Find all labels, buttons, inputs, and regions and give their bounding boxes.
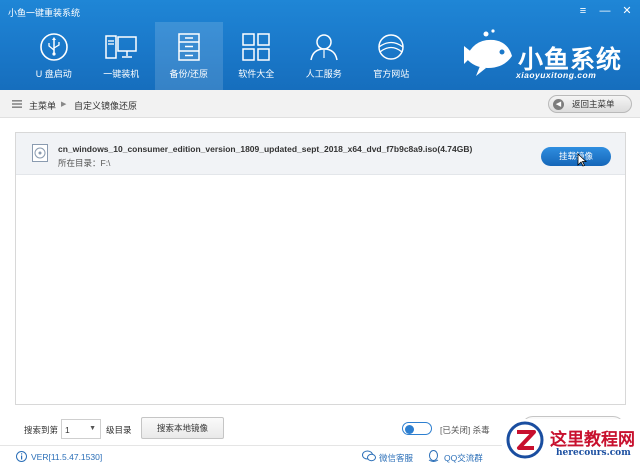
breadcrumb-arrow-icon: ▶ bbox=[61, 101, 67, 108]
back-arrow-icon: ◀ bbox=[553, 98, 564, 110]
monitor-icon bbox=[105, 35, 137, 59]
file-name: cn_windows_10_consumer_edition_version_1… bbox=[58, 144, 473, 154]
nav-software[interactable]: 软件大全 bbox=[223, 22, 291, 90]
nav-backup-restore[interactable]: 备份/还原 bbox=[155, 22, 223, 90]
chevron-down-icon: ▼ bbox=[89, 425, 96, 432]
toggle-knob bbox=[405, 424, 414, 434]
nav-label: 软件大全 bbox=[238, 69, 275, 79]
nav-official-site[interactable]: 官方网站 bbox=[358, 22, 426, 90]
nav-label: U 盘启动 bbox=[35, 69, 72, 79]
nav-label: 人工服务 bbox=[305, 69, 342, 79]
directory-level-select[interactable]: 1 ▼ bbox=[61, 419, 101, 439]
grid-icon bbox=[242, 33, 270, 61]
back-to-main-button[interactable]: ◀ 返回主菜单 bbox=[548, 95, 632, 113]
watermark-title: 这里教程网 bbox=[550, 430, 635, 450]
image-list-panel: cn_windows_10_consumer_edition_version_1… bbox=[15, 132, 626, 405]
watermark: 这里教程网 herecours.com bbox=[502, 419, 640, 466]
minimize-icon[interactable]: — bbox=[597, 4, 613, 18]
watermark-logo-icon bbox=[506, 421, 544, 459]
directory-level-label: 级目录 bbox=[106, 425, 132, 435]
breadcrumb-home[interactable]: 主菜单 bbox=[29, 99, 56, 112]
qq-icon bbox=[428, 450, 439, 462]
archive-icon bbox=[178, 33, 200, 61]
main-nav: U 盘启动 一键装机 备份/还原 软件大全 人工服务 官方网站 bbox=[20, 22, 425, 90]
nav-label: 一键装机 bbox=[103, 69, 140, 79]
close-icon[interactable]: ✕ bbox=[619, 4, 635, 18]
search-depth-label: 搜索到第 bbox=[24, 425, 59, 435]
version-text: VER[11.5.47.1530] bbox=[31, 452, 103, 462]
disc-image-icon bbox=[32, 144, 48, 162]
nav-label: 备份/还原 bbox=[169, 69, 208, 79]
user-icon bbox=[310, 34, 338, 61]
nav-one-click-install[interactable]: 一键装机 bbox=[88, 22, 156, 90]
brand-logo: 小鱼系统 xiaoyuxitong.com bbox=[460, 26, 630, 84]
nav-label: 官方网站 bbox=[373, 69, 410, 79]
breadcrumb-current: 自定义镜像还原 bbox=[74, 101, 138, 111]
logo-url: xiaoyuxitong.com bbox=[516, 70, 597, 80]
back-label: 返回主菜单 bbox=[572, 99, 615, 109]
watermark-url: herecours.com bbox=[556, 448, 631, 458]
breadcrumb: 主菜单 ▶ 自定义镜像还原 bbox=[0, 90, 640, 118]
list-item[interactable]: cn_windows_10_consumer_edition_version_1… bbox=[16, 133, 625, 175]
wechat-service-link[interactable]: 微信客服 bbox=[379, 452, 413, 464]
antivirus-toggle[interactable] bbox=[402, 422, 432, 435]
file-directory: 所在目录：F:\ bbox=[58, 158, 111, 168]
search-local-image-button[interactable]: 搜索本地镜像 bbox=[141, 417, 224, 439]
wechat-icon bbox=[362, 450, 376, 462]
menu-icon[interactable]: ≡ bbox=[575, 4, 591, 18]
mount-image-button[interactable]: 挂载镜像 bbox=[541, 147, 611, 166]
nav-manual-service[interactable]: 人工服务 bbox=[290, 22, 358, 90]
title-bar: 小鱼一键重装系统 ≡ — ✕ bbox=[0, 0, 640, 22]
directory-level-value: 1 bbox=[65, 425, 70, 435]
menu-list-icon bbox=[12, 100, 22, 108]
info-icon bbox=[16, 451, 27, 462]
usb-icon bbox=[39, 33, 68, 61]
mouse-cursor-icon bbox=[577, 153, 587, 167]
app-title: 小鱼一键重装系统 bbox=[8, 8, 81, 18]
app-header: 小鱼一键重装系统 ≡ — ✕ U 盘启动 一键装机 备份/还原 软件大全 人工服… bbox=[0, 0, 640, 90]
qq-group-link[interactable]: QQ交流群 bbox=[444, 452, 483, 464]
nav-usb-boot[interactable]: U 盘启动 bbox=[20, 22, 88, 90]
fish-logo-icon bbox=[464, 29, 512, 76]
planet-icon bbox=[378, 34, 404, 60]
toggle-status: [已关闭] 杀毒 bbox=[440, 425, 490, 435]
